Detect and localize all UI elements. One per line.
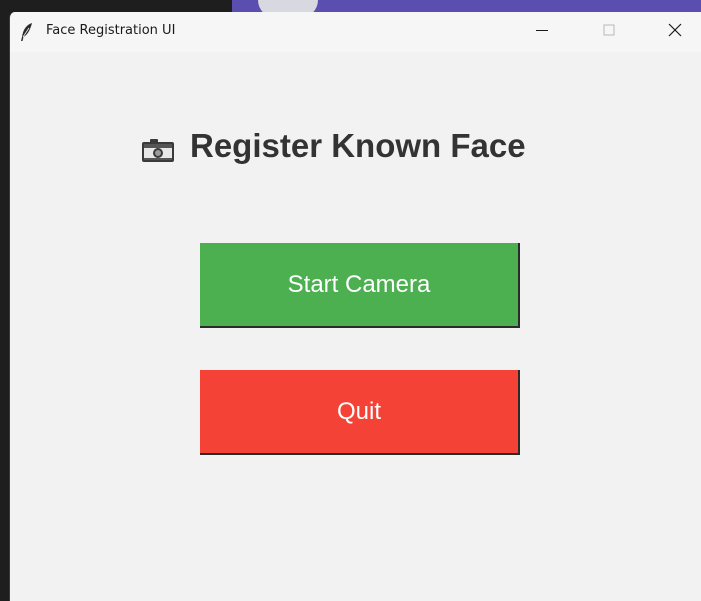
minimize-icon [536,23,548,41]
close-button[interactable] [652,12,698,52]
page-heading: Register Known Face [140,124,526,168]
start-camera-button[interactable]: Start Camera [200,243,520,328]
maximize-icon [603,23,615,41]
window-title: Face Registration UI [46,23,176,38]
close-icon [668,23,682,42]
app-window: Face Registration UI Register Known Face… [9,12,701,601]
main-content: Register Known Face Start Camera Quit [10,52,701,601]
maximize-button[interactable] [586,12,632,52]
page-title: Register Known Face [190,127,526,164]
title-bar[interactable]: Face Registration UI [10,12,701,52]
minimize-button[interactable] [519,12,565,52]
quit-button[interactable]: Quit [200,370,520,455]
camera-icon [140,134,176,164]
feather-icon [20,22,34,42]
